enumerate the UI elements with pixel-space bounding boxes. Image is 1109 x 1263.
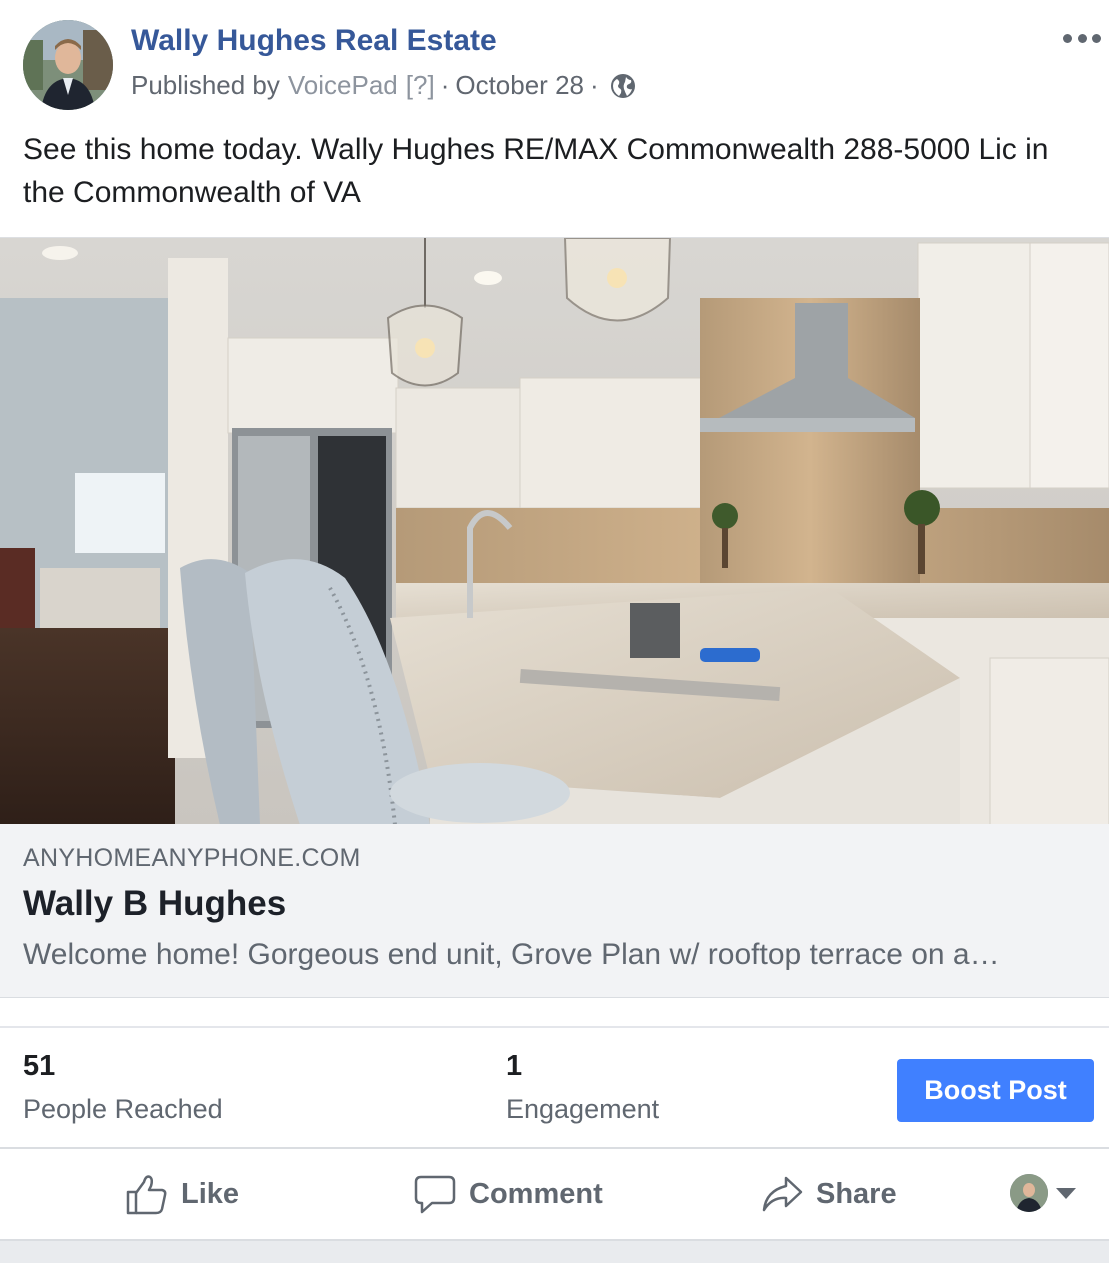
globe-icon[interactable] (609, 72, 637, 100)
section-divider (0, 1026, 1109, 1028)
post-message: See this home today. Wally Hughes RE/MAX… (23, 133, 1049, 209)
people-reached-value: 51 (23, 1050, 56, 1082)
comments-area-edge (0, 1239, 1109, 1263)
link-preview[interactable]: ANYHOMEANYPHONE.COM Wally B Hughes Welco… (0, 824, 1109, 998)
page-avatar[interactable] (23, 20, 113, 110)
avatar (1010, 1174, 1048, 1212)
post-meta: Published by VoicePad [?] · October 28 · (131, 70, 637, 101)
post-header: Wally Hughes Real Estate Published by Vo… (0, 0, 1109, 120)
post-date-link[interactable]: October 28 (455, 70, 584, 101)
page-name-link[interactable]: Wally Hughes Real Estate (131, 24, 497, 58)
meta-separator: · (440, 70, 450, 100)
thumbs-up-icon (126, 1175, 167, 1215)
share-icon (762, 1176, 803, 1212)
engagement-label: Engagement (506, 1094, 660, 1124)
comment-button[interactable]: Comment (413, 1168, 603, 1220)
people-reached-stat[interactable]: 51 People Reached (23, 1046, 223, 1132)
action-bar-divider (0, 1147, 1109, 1149)
kitchen-photo[interactable] (0, 237, 1109, 824)
link-domain: ANYHOMEANYPHONE.COM (23, 844, 361, 872)
meta-separator: · (590, 70, 599, 100)
published-by-label: Published by (131, 70, 280, 100)
boost-post-button[interactable]: Boost Post (897, 1059, 1094, 1122)
comment-icon (414, 1175, 456, 1214)
post-card: Wally Hughes Real Estate Published by Vo… (0, 0, 1109, 1263)
publisher-link[interactable]: VoicePad (288, 70, 398, 101)
more-options-icon[interactable] (1063, 28, 1101, 48)
people-reached-label: People Reached (23, 1094, 223, 1124)
help-link[interactable]: [?] (406, 70, 435, 101)
like-label: Like (181, 1177, 240, 1210)
engagement-value: 1 (506, 1050, 523, 1082)
share-button[interactable]: Share (760, 1168, 897, 1220)
post-as-selector[interactable] (1010, 1174, 1076, 1212)
like-button[interactable]: Like (125, 1168, 239, 1220)
comment-label: Comment (469, 1177, 603, 1210)
engagement-stat[interactable]: 1 Engagement (506, 1046, 659, 1132)
chevron-down-icon (1056, 1187, 1076, 1199)
share-label: Share (816, 1177, 897, 1210)
link-description: Welcome home! Gorgeous end unit, Grove P… (23, 938, 1000, 971)
link-title[interactable]: Wally B Hughes (23, 884, 286, 924)
